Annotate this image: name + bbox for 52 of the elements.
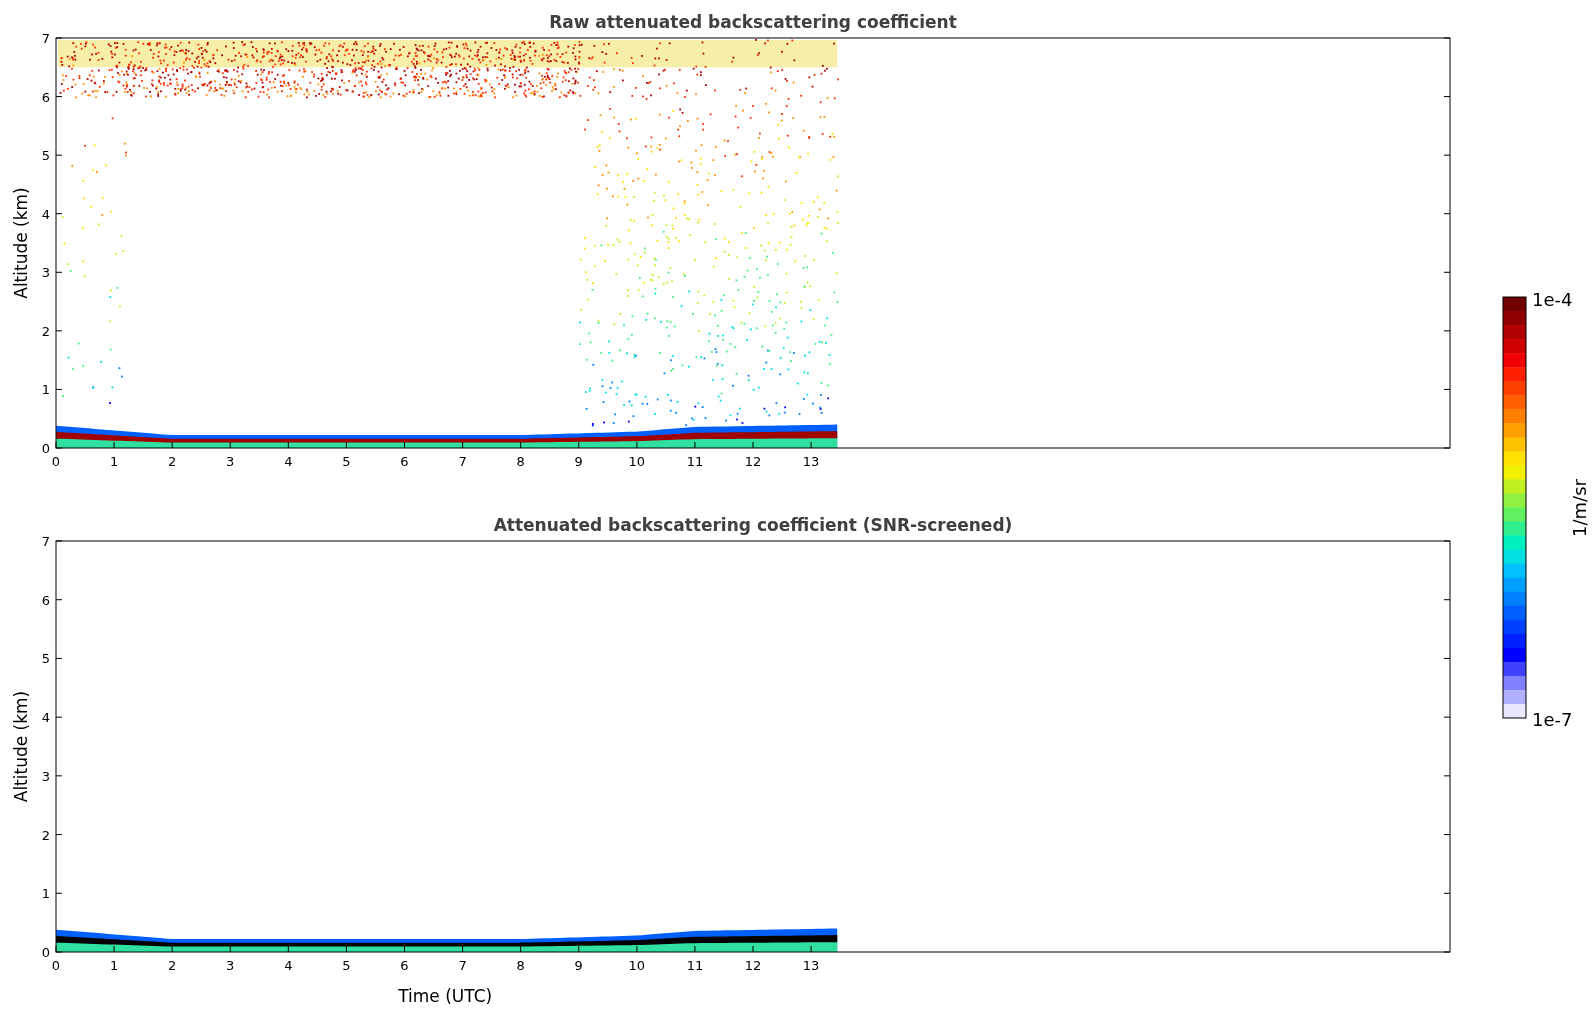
x-tick-label: 7 <box>458 958 467 973</box>
y-tick-label: 2 <box>41 323 50 339</box>
colorbar-min-label: 1e-7 <box>1532 709 1573 730</box>
y-tick-label: 5 <box>41 148 50 164</box>
y-tick-label: 4 <box>41 206 50 222</box>
y-tick-label: 1 <box>41 886 50 902</box>
x-tick-label: 9 <box>574 958 583 973</box>
y-tick-label: 0 <box>41 945 50 960</box>
x-tick-label: 2 <box>168 454 177 469</box>
x-tick-label: 13 <box>802 958 820 973</box>
colorbar-unit-label: 1/m/sr <box>1569 479 1590 537</box>
x-tick-label: 12 <box>744 958 762 973</box>
y-tick-label: 6 <box>41 592 50 608</box>
x-tick-label: 9 <box>574 454 583 469</box>
x-tick-label: 5 <box>342 958 351 973</box>
x-tick-label: 12 <box>744 454 762 469</box>
x-tick-label: 10 <box>628 958 646 973</box>
x-tick-label: 8 <box>516 958 525 973</box>
x-tick-label: 6 <box>400 454 409 469</box>
y-tick-label: 5 <box>41 651 50 667</box>
y-tick-label: 0 <box>41 441 50 456</box>
x-tick-label: 1 <box>109 958 119 973</box>
x-tick-label: 3 <box>226 454 235 469</box>
x-tick-label: 0 <box>51 454 61 469</box>
y-axis-label: Altitude (km) <box>11 187 31 299</box>
x-tick-label: 1 <box>109 454 119 469</box>
x-tick-label: 7 <box>458 454 467 469</box>
x-tick-label: 2 <box>168 958 177 973</box>
colorbar-max-label: 1e-4 <box>1532 289 1573 310</box>
y-tick-label: 3 <box>41 265 50 281</box>
x-tick-label: 0 <box>51 958 61 973</box>
plot-title: Raw attenuated backscattering coefficient <box>549 12 957 32</box>
plot-title: Attenuated backscattering coefficient (SNR-screened) <box>493 515 1013 535</box>
y-axis-label: Altitude (km) <box>11 690 31 803</box>
y-tick-label: 7 <box>41 31 50 46</box>
x-tick-label: 11 <box>686 454 704 469</box>
y-tick-label: 3 <box>41 768 50 784</box>
x-tick-label: 4 <box>284 454 293 469</box>
y-tick-label: 6 <box>41 89 50 105</box>
x-tick-label: 3 <box>226 958 235 973</box>
x-tick-label: 4 <box>284 958 293 973</box>
x-tick-label: 13 <box>802 454 820 469</box>
x-tick-label: 10 <box>628 454 646 469</box>
x-tick-label: 5 <box>342 454 351 469</box>
x-tick-label: 11 <box>686 958 704 973</box>
x-axis-label: Time (UTC) <box>398 986 493 1006</box>
y-tick-label: 7 <box>41 534 50 549</box>
y-tick-label: 2 <box>41 827 50 843</box>
x-tick-label: 6 <box>400 958 409 973</box>
x-tick-label: 8 <box>516 454 525 469</box>
y-tick-label: 4 <box>41 710 50 726</box>
y-tick-label: 1 <box>41 382 50 398</box>
